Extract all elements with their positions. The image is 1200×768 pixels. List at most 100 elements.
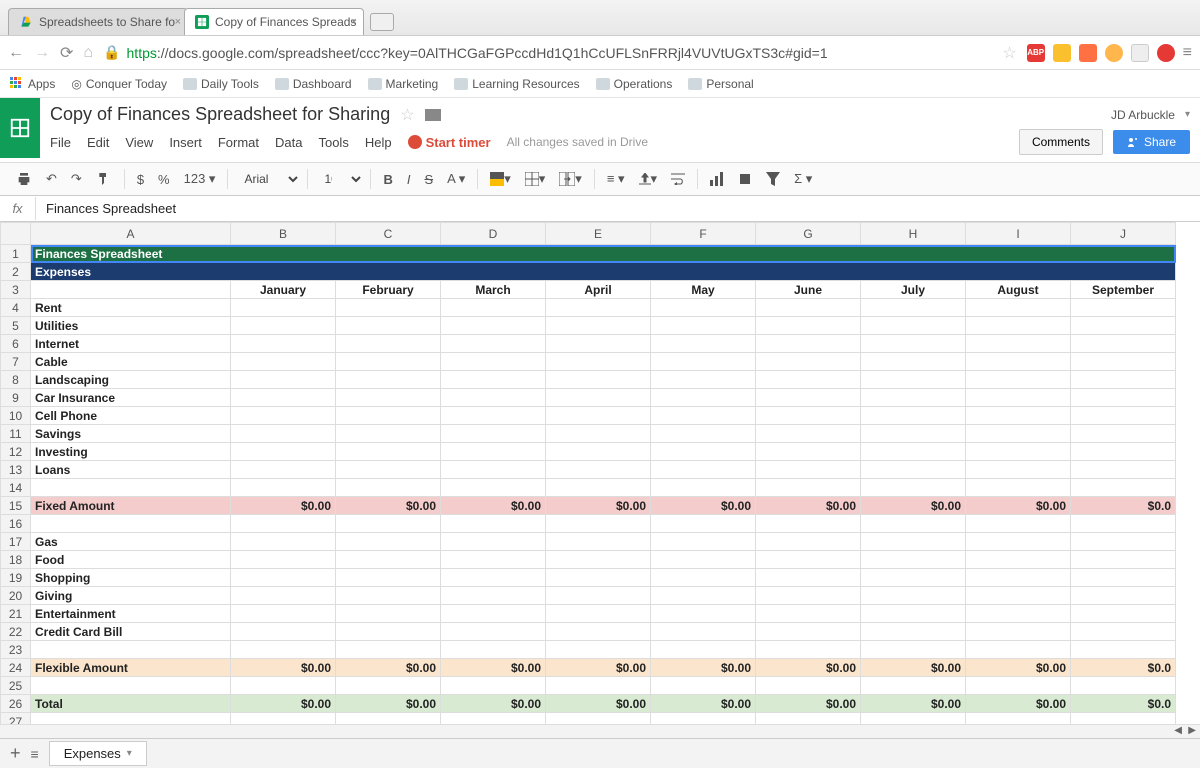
- cell[interactable]: [1071, 371, 1176, 389]
- cell[interactable]: [966, 461, 1071, 479]
- insert-link-icon[interactable]: [732, 168, 758, 190]
- cell[interactable]: Car Insurance: [31, 389, 231, 407]
- bookmark-folder[interactable]: Marketing: [368, 77, 439, 91]
- cell[interactable]: [861, 317, 966, 335]
- cell[interactable]: [441, 407, 546, 425]
- borders-button[interactable]: ▾: [519, 167, 552, 191]
- cell[interactable]: [441, 551, 546, 569]
- cell[interactable]: [231, 479, 336, 497]
- cell[interactable]: [546, 587, 651, 605]
- cell[interactable]: $0.00: [336, 659, 441, 677]
- cell[interactable]: [336, 335, 441, 353]
- cell[interactable]: $0.00: [966, 695, 1071, 713]
- cell[interactable]: [441, 443, 546, 461]
- cell[interactable]: [1071, 677, 1176, 695]
- cell[interactable]: [231, 425, 336, 443]
- close-icon[interactable]: ×: [175, 16, 181, 28]
- cell[interactable]: $0.00: [651, 659, 756, 677]
- cell[interactable]: [861, 677, 966, 695]
- row-header[interactable]: 6: [1, 335, 31, 353]
- ext-icon[interactable]: [1157, 44, 1175, 62]
- row-header[interactable]: 10: [1, 407, 31, 425]
- row-header[interactable]: 16: [1, 515, 31, 533]
- row-header[interactable]: 21: [1, 605, 31, 623]
- cell[interactable]: [756, 317, 861, 335]
- cell[interactable]: $0.00: [336, 695, 441, 713]
- cell[interactable]: [546, 605, 651, 623]
- cell[interactable]: [31, 713, 231, 725]
- cell[interactable]: [966, 533, 1071, 551]
- font-size-select[interactable]: 10: [314, 168, 364, 190]
- cell[interactable]: [336, 641, 441, 659]
- cell[interactable]: [336, 515, 441, 533]
- cell[interactable]: [756, 641, 861, 659]
- row-header[interactable]: 25: [1, 677, 31, 695]
- cell[interactable]: $0.00: [861, 659, 966, 677]
- cell[interactable]: [231, 389, 336, 407]
- cell[interactable]: $0.00: [966, 659, 1071, 677]
- cell[interactable]: [1071, 479, 1176, 497]
- undo-icon[interactable]: ↶: [40, 167, 63, 191]
- cell[interactable]: $0.00: [756, 497, 861, 515]
- cell[interactable]: August: [966, 281, 1071, 299]
- cell[interactable]: $0.0: [1071, 659, 1176, 677]
- cell[interactable]: [1071, 425, 1176, 443]
- cell[interactable]: [756, 443, 861, 461]
- currency-button[interactable]: $: [131, 168, 150, 191]
- cell[interactable]: $0.00: [756, 659, 861, 677]
- row-header[interactable]: 2: [1, 263, 31, 281]
- cell[interactable]: [966, 605, 1071, 623]
- cell[interactable]: [651, 335, 756, 353]
- row-header[interactable]: 20: [1, 587, 31, 605]
- cell[interactable]: [231, 641, 336, 659]
- cell[interactable]: [651, 443, 756, 461]
- menu-icon[interactable]: ≡: [1183, 44, 1192, 62]
- abp-icon[interactable]: ABP: [1027, 44, 1045, 62]
- cell[interactable]: [861, 299, 966, 317]
- menu-help[interactable]: Help: [365, 135, 392, 150]
- column-header[interactable]: B: [231, 223, 336, 245]
- cell[interactable]: [231, 551, 336, 569]
- ext-icon[interactable]: [1131, 44, 1149, 62]
- cell[interactable]: [441, 461, 546, 479]
- cell[interactable]: [231, 569, 336, 587]
- cell[interactable]: [756, 335, 861, 353]
- cell[interactable]: [1071, 587, 1176, 605]
- cell[interactable]: Rent: [31, 299, 231, 317]
- column-header[interactable]: G: [756, 223, 861, 245]
- cell[interactable]: [651, 677, 756, 695]
- cell[interactable]: [861, 623, 966, 641]
- document-title[interactable]: Copy of Finances Spreadsheet for Sharing: [50, 104, 390, 125]
- cell[interactable]: [651, 389, 756, 407]
- cell[interactable]: [756, 407, 861, 425]
- cell[interactable]: [1071, 641, 1176, 659]
- sheet-tab[interactable]: Expenses ▾: [49, 741, 147, 766]
- cell[interactable]: $0.00: [651, 497, 756, 515]
- cell[interactable]: [756, 533, 861, 551]
- cell[interactable]: [1071, 461, 1176, 479]
- cell[interactable]: [1071, 569, 1176, 587]
- cell[interactable]: [861, 479, 966, 497]
- cell[interactable]: [231, 605, 336, 623]
- cell[interactable]: $0.0: [1071, 497, 1176, 515]
- cell[interactable]: Expenses: [31, 263, 1176, 281]
- cell[interactable]: Investing: [31, 443, 231, 461]
- row-header[interactable]: 14: [1, 479, 31, 497]
- cell[interactable]: May: [651, 281, 756, 299]
- cell[interactable]: [231, 335, 336, 353]
- menu-insert[interactable]: Insert: [169, 135, 202, 150]
- cell[interactable]: [756, 299, 861, 317]
- cell[interactable]: February: [336, 281, 441, 299]
- cell[interactable]: [546, 407, 651, 425]
- column-header[interactable]: D: [441, 223, 546, 245]
- cell[interactable]: [1071, 551, 1176, 569]
- bookmark-folder[interactable]: Operations: [596, 77, 673, 91]
- cell[interactable]: Total: [31, 695, 231, 713]
- cell[interactable]: [651, 353, 756, 371]
- cell[interactable]: [651, 479, 756, 497]
- cell[interactable]: [231, 677, 336, 695]
- cell[interactable]: Savings: [31, 425, 231, 443]
- row-header[interactable]: 11: [1, 425, 31, 443]
- bookmark-item[interactable]: ◎ Conquer Today: [71, 77, 167, 91]
- halign-button[interactable]: ≡ ▾: [601, 167, 631, 191]
